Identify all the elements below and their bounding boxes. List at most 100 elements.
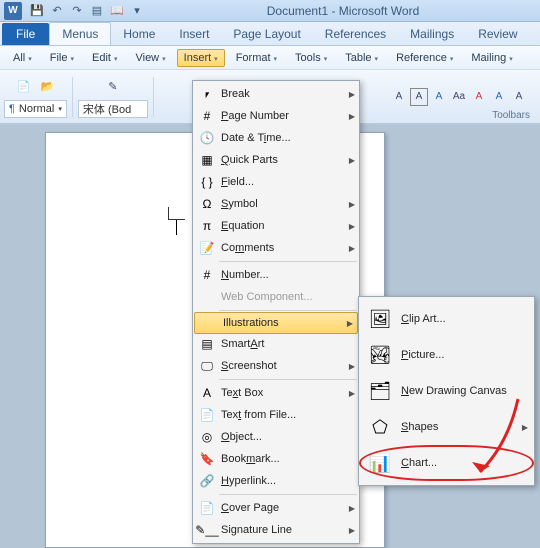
tab-insert[interactable]: Insert <box>167 23 221 45</box>
insert-item-text-box[interactable]: AText Box▶ <box>193 382 359 404</box>
submenu-arrow-icon: ▶ <box>349 362 355 371</box>
font-case-icon[interactable]: Aa <box>450 88 468 106</box>
clear-format-icon[interactable]: A <box>470 88 488 106</box>
tool-icon[interactable]: ✎ <box>102 76 124 98</box>
menu-insert[interactable]: Insert <box>177 49 225 67</box>
font-box-icon[interactable]: A <box>410 88 428 106</box>
menu-item-icon: 🔗 <box>197 472 217 490</box>
menu-item-icon: ✎__ <box>197 521 217 539</box>
insert-item-break[interactable]: ⎖Break▶ <box>193 83 359 105</box>
illustrations-item-chart[interactable]: 📊 Chart... <box>359 445 534 481</box>
quick-access-toolbar: 💾 ↶ ↷ ▤ 📖 ▾ <box>28 2 146 20</box>
insert-item-comments[interactable]: 📝Comments▶ <box>193 237 359 259</box>
submenu-arrow-icon: ▶ <box>349 526 355 535</box>
menu-item-label: Object... <box>221 431 355 443</box>
qa-icon[interactable]: 📖 <box>108 2 126 20</box>
submenu-item-label: New Drawing Canvas <box>401 385 528 397</box>
submenu-arrow-icon: ▶ <box>349 200 355 209</box>
menu-table[interactable]: Table <box>338 49 385 67</box>
qa-icon[interactable]: ▤ <box>88 2 106 20</box>
insert-item-signature-line[interactable]: ✎__Signature Line▶ <box>193 519 359 541</box>
menu-item-icon: { } <box>197 173 217 191</box>
tab-review[interactable]: Review <box>466 23 529 45</box>
new-icon[interactable]: 📄 <box>12 76 34 98</box>
illustrations-item-picture[interactable]: 🏞 Picture... <box>359 337 534 373</box>
tab-references[interactable]: References <box>313 23 398 45</box>
insert-item-hyperlink[interactable]: 🔗 Hyperlink... <box>193 470 359 492</box>
menu-item-label: Quick Parts <box>221 154 349 166</box>
submenu-item-icon: 🏞 <box>365 341 395 369</box>
window-title: Document1 - Microsoft Word <box>146 4 540 18</box>
menu-reference[interactable]: Reference <box>389 49 460 67</box>
open-icon[interactable]: 📂 <box>36 76 58 98</box>
menu-edit[interactable]: Edit <box>85 49 124 67</box>
redo-icon[interactable]: ↷ <box>68 2 86 20</box>
insert-item-screenshot[interactable]: 🖵 Screenshot▶ <box>193 355 359 377</box>
menu-tools[interactable]: Tools <box>288 49 334 67</box>
illustrations-item-shapes[interactable]: ⬠Shapes▶ <box>359 409 534 445</box>
style-a-icon[interactable]: A <box>490 88 508 106</box>
insert-item-symbol[interactable]: ΩSymbol▶ <box>193 193 359 215</box>
submenu-arrow-icon: ▶ <box>522 423 528 432</box>
save-icon[interactable]: 💾 <box>28 2 46 20</box>
submenu-item-label: Picture... <box>401 349 528 361</box>
menu-item-icon: ▦ <box>197 151 217 169</box>
insert-item-object[interactable]: ◎ Object... <box>193 426 359 448</box>
insert-item-cover-page[interactable]: 📄Cover Page▶ <box>193 497 359 519</box>
menu-item-icon: ▤ <box>197 335 217 353</box>
menu-item-icon: 🔖 <box>197 450 217 468</box>
ribbon-tabs: File Menus Home Insert Page Layout Refer… <box>0 22 540 46</box>
font-selector[interactable]: 宋体 (Bod <box>78 100 148 118</box>
menu-item-label: Comments <box>221 242 349 254</box>
insert-item-equation[interactable]: πEquation▶ <box>193 215 359 237</box>
qa-dropdown-icon[interactable]: ▾ <box>128 2 146 20</box>
tab-menus[interactable]: Menus <box>49 22 111 45</box>
font-grow-icon[interactable]: A <box>430 88 448 106</box>
menu-item-label: Hyperlink... <box>221 475 355 487</box>
insert-item-date-time[interactable]: 🕓Date & Time... <box>193 127 359 149</box>
submenu-item-label: Chart... <box>401 457 528 469</box>
menu-item-icon: 🕓 <box>197 129 217 147</box>
insert-item-field[interactable]: { }Field... <box>193 171 359 193</box>
insert-item-quick-parts[interactable]: ▦Quick Parts▶ <box>193 149 359 171</box>
undo-icon[interactable]: ↶ <box>48 2 66 20</box>
file-tab[interactable]: File <box>2 23 49 45</box>
submenu-arrow-icon: ▶ <box>349 244 355 253</box>
text-cursor <box>176 219 177 235</box>
highlight-icon[interactable]: A <box>390 88 408 106</box>
group-label: Toolbars <box>492 110 530 121</box>
illustrations-item-clip-art[interactable]: 🖼Clip Art... <box>359 301 534 337</box>
font-color-icon[interactable]: A <box>510 88 528 106</box>
menu-item-icon: π <box>197 217 217 235</box>
insert-item-illustrations[interactable]: Illustrations▶ <box>194 312 358 334</box>
illustrations-item-new-drawing-canvas[interactable]: 🗂New Drawing Canvas <box>359 373 534 409</box>
menu-item-icon: ◎ <box>197 428 217 446</box>
insert-item-text-from-file[interactable]: 📄Text from File... <box>193 404 359 426</box>
insert-item-bookmark[interactable]: 🔖 Bookmark... <box>193 448 359 470</box>
menu-item-label: Screenshot <box>221 360 349 372</box>
menu-file[interactable]: File <box>43 49 81 67</box>
menu-item-icon: # <box>197 266 217 284</box>
tab-home[interactable]: Home <box>111 23 167 45</box>
tab-page-layout[interactable]: Page Layout <box>221 23 312 45</box>
menu-all[interactable]: All <box>6 49 39 67</box>
style-selector[interactable]: ¶Normal▾ <box>4 100 67 118</box>
tab-mailings[interactable]: Mailings <box>398 23 466 45</box>
insert-item-page-number[interactable]: #Page Number▶ <box>193 105 359 127</box>
insert-dropdown: ⎖Break▶#Page Number▶🕓Date & Time... ▦ Quic… <box>192 80 360 544</box>
menu-item-icon: # <box>197 107 217 125</box>
submenu-arrow-icon: ▶ <box>349 389 355 398</box>
insert-item-web-component: Web Component... <box>193 286 359 308</box>
submenu-item-icon: 📊 <box>365 449 395 477</box>
paragraph-icon: ¶ <box>9 103 15 115</box>
menu-mailing[interactable]: Mailing <box>464 49 519 67</box>
menu-item-label: Bookmark... <box>221 453 355 465</box>
menu-format[interactable]: Format <box>229 49 284 67</box>
insert-item-number[interactable]: #Number... <box>193 264 359 286</box>
menu-item-icon: 🖵 <box>197 357 217 375</box>
insert-item-smartart[interactable]: ▤ SmartArt <box>193 333 359 355</box>
menu-item-icon <box>197 288 217 306</box>
submenu-item-icon: 🖼 <box>365 305 395 333</box>
menu-item-label: SmartArt <box>221 338 355 350</box>
menu-view[interactable]: View <box>128 49 172 67</box>
